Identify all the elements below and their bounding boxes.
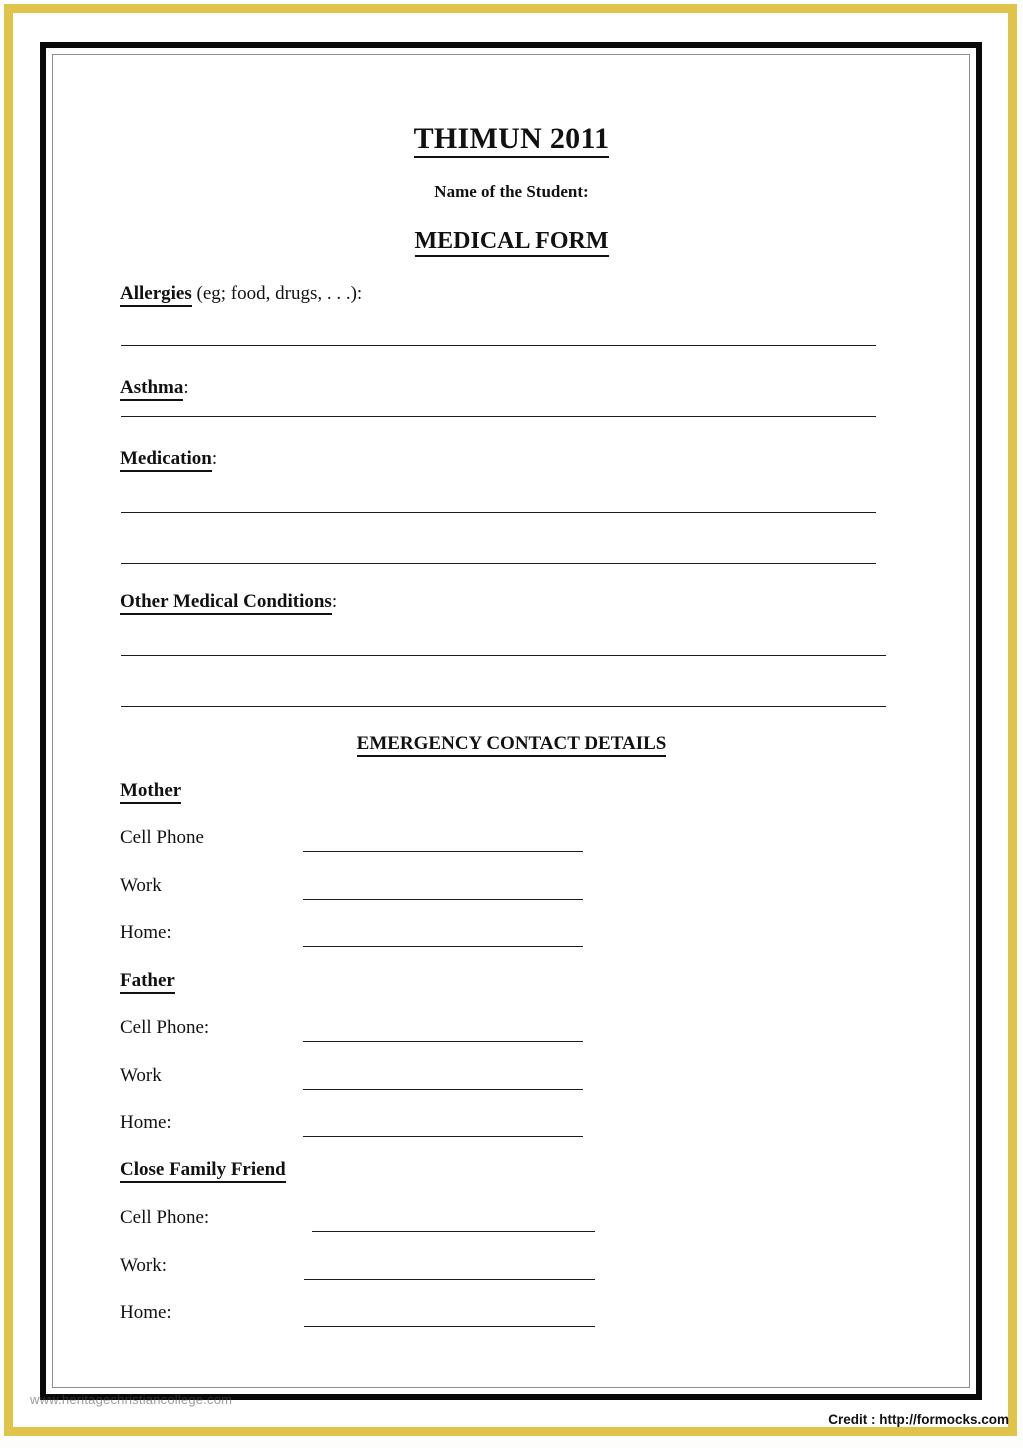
field-label-other-conditions: Other Medical Conditions:: [120, 591, 338, 615]
contact-row-label-father-home: Home:: [120, 1112, 172, 1133]
contact-line-mother-work[interactable]: [303, 899, 583, 900]
contact-group-heading-father-text: Father: [120, 970, 175, 994]
contact-group-heading-mother-text: Mother: [120, 780, 182, 804]
document-content: THIMUN 2011 Name of the Student: MEDICAL…: [0, 0, 1023, 1448]
contact-row-label-mother-home: Home:: [120, 922, 172, 943]
student-name-label: Name of the Student:: [434, 182, 589, 201]
credit-line: Credit : http://formocks.com: [828, 1412, 1009, 1427]
field-rest-asthma: :: [183, 377, 189, 398]
contact-line-mother-home[interactable]: [303, 946, 583, 947]
answer-line-medication-2[interactable]: [121, 563, 876, 564]
contact-group-heading-friend: Close Family Friend: [120, 1159, 286, 1183]
field-rest-medication: :: [211, 448, 218, 469]
form-title-text: MEDICAL FORM: [414, 228, 609, 257]
site-watermark: www.heritagechristiancollege.com: [30, 1392, 233, 1407]
form-title: MEDICAL FORM: [0, 228, 1023, 257]
field-label-asthma: Asthma:: [120, 377, 189, 401]
field-rest-other-conditions: :: [331, 591, 338, 612]
contact-line-friend-home[interactable]: [304, 1326, 595, 1327]
contact-group-heading-father: Father: [120, 970, 175, 994]
field-rest-allergies: (eg; food, drugs, . . .):: [191, 283, 363, 304]
contact-line-father-work[interactable]: [303, 1089, 583, 1090]
contact-line-friend-cell[interactable]: [312, 1231, 595, 1232]
field-key-medication: Medication: [120, 448, 212, 472]
answer-line-other-conditions-1[interactable]: [121, 655, 886, 656]
answer-line-asthma-1[interactable]: [121, 416, 876, 417]
field-key-other-conditions: Other Medical Conditions: [120, 591, 332, 615]
contact-row-label-mother-work: Work: [120, 875, 162, 896]
page-title-text: THIMUN 2011: [413, 122, 610, 158]
contact-row-label-friend-work: Work:: [120, 1255, 168, 1276]
contact-line-father-home[interactable]: [303, 1136, 583, 1137]
contact-line-friend-work[interactable]: [304, 1279, 595, 1280]
contact-row-label-father-work: Work: [120, 1065, 162, 1086]
contact-line-mother-cell[interactable]: [303, 851, 583, 852]
field-key-allergies: Allergies: [120, 283, 192, 307]
field-key-asthma: Asthma: [120, 377, 184, 401]
answer-line-medication-1[interactable]: [121, 512, 876, 513]
field-label-allergies: Allergies (eg; food, drugs, . . .):: [120, 283, 363, 307]
contact-group-heading-friend-text: Close Family Friend: [120, 1159, 286, 1183]
answer-line-allergies-1[interactable]: [121, 345, 876, 346]
section-heading-emergency-text: EMERGENCY CONTACT DETAILS: [356, 733, 667, 757]
field-label-medication: Medication:: [120, 448, 218, 472]
page-title: THIMUN 2011: [0, 122, 1023, 158]
answer-line-other-conditions-2[interactable]: [121, 706, 886, 707]
contact-line-father-cell[interactable]: [303, 1041, 583, 1042]
contact-row-label-mother-cell: Cell Phone: [120, 827, 204, 848]
contact-row-label-father-cell: Cell Phone:: [120, 1017, 210, 1038]
contact-row-label-friend-cell: Cell Phone:: [120, 1207, 210, 1228]
section-heading-emergency: EMERGENCY CONTACT DETAILS: [0, 733, 1023, 757]
contact-group-heading-mother: Mother: [120, 780, 182, 804]
contact-row-label-friend-home: Home:: [120, 1302, 172, 1323]
